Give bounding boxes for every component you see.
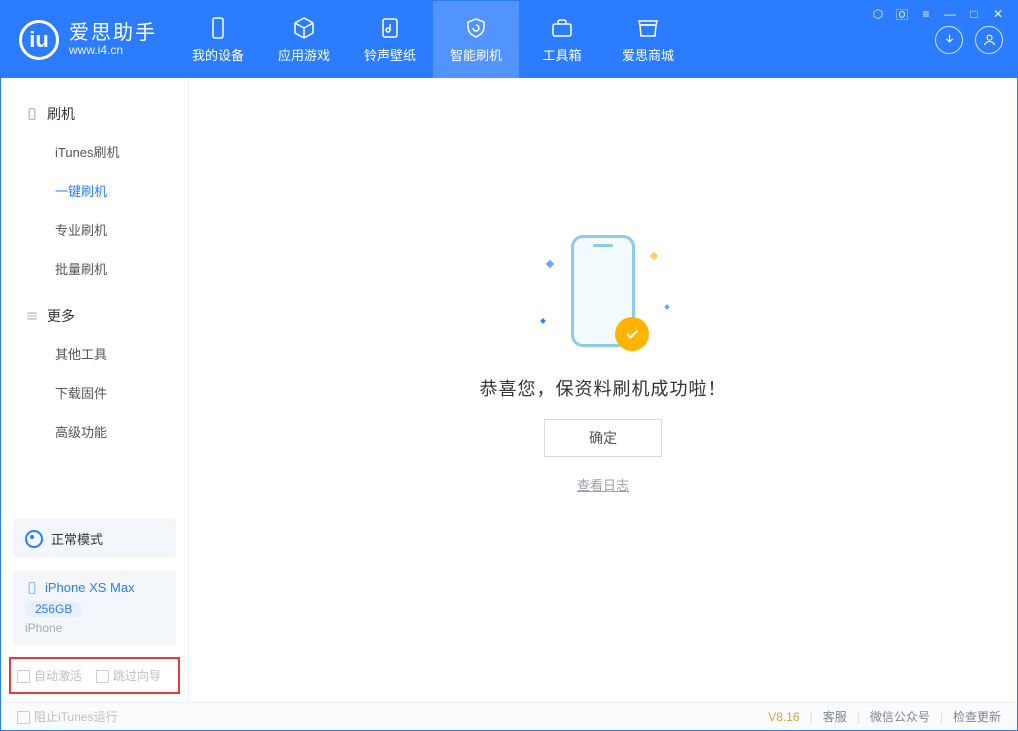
footer-link-update[interactable]: 检查更新 <box>953 708 1001 725</box>
main-content: 恭喜您，保资料刷机成功啦！ 确定 查看日志 <box>189 78 1017 702</box>
nav-label: 工具箱 <box>542 45 581 64</box>
nav-apps-games[interactable]: 应用游戏 <box>261 1 347 78</box>
window-controls: ⬡ 🄾 ≡ — □ ✕ <box>859 1 1017 27</box>
toolbox-icon <box>549 15 575 41</box>
wc-maximize-icon[interactable]: □ <box>967 7 981 21</box>
nav-label: 我的设备 <box>192 45 244 64</box>
account-button[interactable] <box>975 26 1003 54</box>
wc-menu-icon[interactable]: ≡ <box>919 7 933 21</box>
music-file-icon <box>377 15 403 41</box>
footer-link-wechat[interactable]: 微信公众号 <box>870 708 930 725</box>
logo-icon: iu <box>19 20 59 60</box>
success-message: 恭喜您，保资料刷机成功啦！ <box>480 375 727 401</box>
cube-icon <box>291 15 317 41</box>
sidebar-item-pro-flash[interactable]: 专业刷机 <box>1 210 188 249</box>
sidebar-heading-flash: 刷机 <box>1 96 188 132</box>
sidebar-item-download-fw[interactable]: 下载固件 <box>1 373 188 412</box>
block-itunes-checkbox[interactable]: 阻止iTunes运行 <box>17 708 118 725</box>
sidebar-heading-label: 更多 <box>47 306 75 326</box>
phone-outline-icon <box>25 107 39 121</box>
list-icon <box>25 309 39 323</box>
nav-label: 应用游戏 <box>278 45 330 64</box>
device-icon <box>205 15 231 41</box>
status-bar: 阻止iTunes运行 V8.16 | 客服 | 微信公众号 | 检查更新 <box>1 702 1017 730</box>
success-illustration <box>523 227 683 357</box>
nav-label: 铃声壁纸 <box>364 45 416 64</box>
app-name: 爱思助手 <box>69 22 157 44</box>
shield-refresh-icon <box>463 15 489 41</box>
flash-options-row: 自动激活 跳过向导 <box>9 657 180 694</box>
nav-ringtones-wallpapers[interactable]: 铃声壁纸 <box>347 1 433 78</box>
auto-activate-checkbox[interactable]: 自动激活 <box>17 667 82 684</box>
logo-block: iu 爱思助手 www.i4.cn <box>1 1 175 78</box>
mode-label: 正常模式 <box>51 529 103 548</box>
nav-smart-flash[interactable]: 智能刷机 <box>433 1 519 78</box>
sidebar-section-flash: 刷机 iTunes刷机 一键刷机 专业刷机 批量刷机 <box>1 96 188 288</box>
nav-my-device[interactable]: 我的设备 <box>175 1 261 78</box>
sidebar: 刷机 iTunes刷机 一键刷机 专业刷机 批量刷机 更多 其他工具 下载固件 … <box>1 78 189 702</box>
app-url: www.i4.cn <box>69 44 157 57</box>
store-icon <box>635 15 661 41</box>
nav-toolbox[interactable]: 工具箱 <box>519 1 605 78</box>
nav-label: 爱思商城 <box>622 45 674 64</box>
ok-button[interactable]: 确定 <box>544 419 662 457</box>
wc-close-icon[interactable]: ✕ <box>991 7 1005 21</box>
view-log-link[interactable]: 查看日志 <box>577 475 629 494</box>
connected-phone-icon <box>25 581 39 595</box>
sidebar-section-more: 更多 其他工具 下载固件 高级功能 <box>1 298 188 451</box>
mode-card[interactable]: 正常模式 <box>13 519 176 558</box>
device-type: iPhone <box>25 621 164 635</box>
normal-mode-icon <box>25 530 43 548</box>
sidebar-heading-more: 更多 <box>1 298 188 334</box>
device-name: iPhone XS Max <box>45 580 135 595</box>
skip-wizard-checkbox[interactable]: 跳过向导 <box>96 667 161 684</box>
sidebar-item-other-tools[interactable]: 其他工具 <box>1 334 188 373</box>
sidebar-item-advanced[interactable]: 高级功能 <box>1 412 188 451</box>
nav-store[interactable]: 爱思商城 <box>605 1 691 78</box>
sidebar-item-itunes-flash[interactable]: iTunes刷机 <box>1 132 188 171</box>
top-nav: 我的设备 应用游戏 铃声壁纸 智能刷机 工具箱 爱思商城 <box>175 1 691 78</box>
device-storage: 256GB <box>25 601 82 617</box>
download-button[interactable] <box>935 26 963 54</box>
device-card[interactable]: iPhone XS Max 256GB iPhone <box>13 570 176 645</box>
nav-label: 智能刷机 <box>450 45 502 64</box>
wc-lock-icon[interactable]: 🄾 <box>895 7 909 21</box>
sidebar-item-batch-flash[interactable]: 批量刷机 <box>1 249 188 288</box>
sidebar-heading-label: 刷机 <box>47 104 75 124</box>
wc-minimize-icon[interactable]: — <box>943 7 957 21</box>
wc-shirt-icon[interactable]: ⬡ <box>871 7 885 21</box>
footer-link-support[interactable]: 客服 <box>823 708 847 725</box>
version-label: V8.16 <box>768 710 799 724</box>
checkmark-badge-icon <box>615 317 649 351</box>
sidebar-item-oneclick-flash[interactable]: 一键刷机 <box>1 171 188 210</box>
